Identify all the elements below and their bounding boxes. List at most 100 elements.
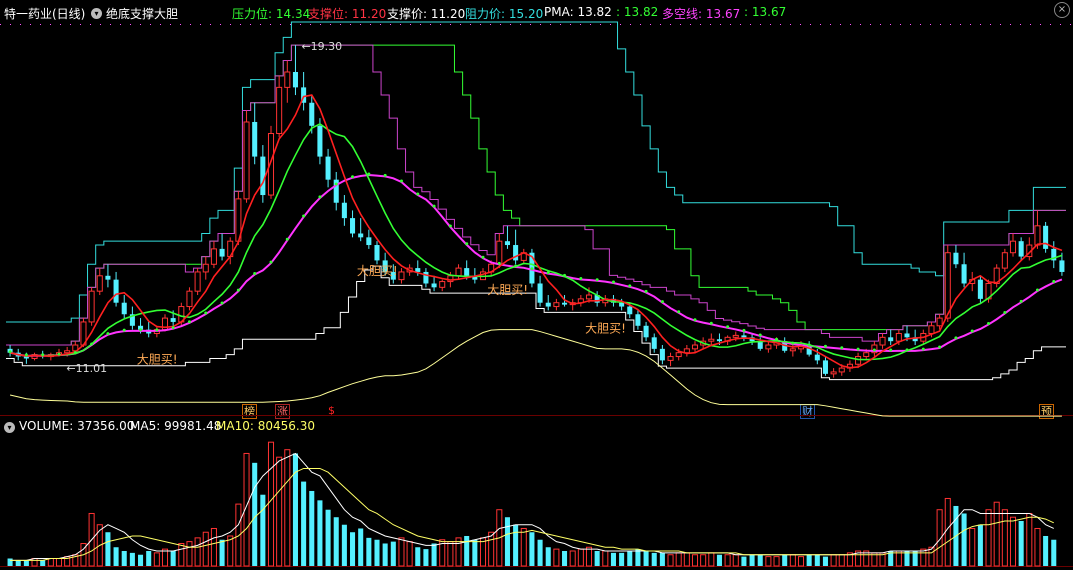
volume-bar-down — [301, 481, 307, 566]
candle-down — [504, 241, 510, 246]
ma-dot — [481, 255, 485, 259]
ma-dot — [954, 336, 958, 340]
candle-up — [667, 356, 674, 361]
candle-up — [789, 348, 796, 352]
volume-bar-down — [822, 556, 828, 566]
volume-bar-up — [1026, 512, 1033, 567]
candle-up — [243, 121, 250, 200]
volume-bar-up — [602, 550, 609, 567]
candle-down — [822, 360, 828, 374]
buy-signal-label: 大胆买! — [487, 283, 528, 297]
candle-down — [292, 71, 298, 88]
candle-up — [732, 334, 739, 338]
candle-up — [202, 263, 209, 273]
volume-bar-down — [358, 528, 364, 566]
ma-dot — [726, 325, 730, 329]
volume-bar-down — [366, 537, 372, 566]
volume-bar-up — [276, 456, 283, 567]
volume-bar-up — [569, 550, 576, 567]
candle-up — [64, 350, 71, 354]
candle-down — [635, 314, 641, 326]
ma-dot — [742, 328, 746, 332]
volume-bar-down — [504, 517, 510, 566]
volume-bar-down — [619, 552, 625, 566]
volume-bar-up — [553, 548, 560, 567]
volume-bar-up — [928, 546, 935, 567]
ma-dot — [204, 311, 208, 315]
ma-dot — [1019, 299, 1023, 303]
ma-dot — [856, 347, 860, 351]
ma-dot — [351, 175, 355, 179]
candle-up — [928, 325, 935, 334]
volume-bar-down — [146, 550, 152, 566]
ma-dot — [122, 328, 126, 332]
ma-dot — [334, 182, 338, 186]
ma-dot — [775, 337, 779, 341]
candle-down — [977, 279, 983, 299]
volume-bar-up — [520, 527, 527, 567]
ma-dot — [840, 346, 844, 350]
ma-dot — [905, 348, 909, 352]
ma-dot — [628, 284, 632, 288]
candle-down — [643, 325, 649, 338]
volume-bar-down — [562, 550, 568, 566]
volume-bar-down — [105, 532, 111, 566]
ma-dot — [807, 343, 811, 347]
volume-bar-up — [700, 554, 707, 567]
candle-down — [651, 337, 657, 349]
candle-up — [276, 86, 283, 135]
ma-dot — [595, 278, 599, 282]
candle-up — [439, 281, 446, 288]
volume-bar-up — [1009, 516, 1017, 567]
buy-signal-label: 大胆买! — [357, 264, 398, 278]
candle-up — [830, 371, 837, 375]
candle-down — [659, 348, 665, 361]
candle-up — [398, 271, 405, 281]
volume-bar-up — [667, 554, 674, 567]
volume-bar-up — [797, 556, 805, 567]
volume-bar-down — [545, 547, 551, 566]
ma-dot — [709, 321, 713, 325]
candle-up — [691, 344, 699, 350]
candle-up — [675, 352, 682, 358]
candle-up — [838, 367, 845, 373]
volume-bar-down — [1018, 520, 1024, 566]
volume-bar-down — [325, 509, 331, 566]
ma-dot — [448, 224, 452, 228]
candle-down — [961, 264, 967, 284]
ma-dot — [823, 344, 827, 348]
candle-up — [863, 352, 870, 358]
volume-bar-up — [194, 537, 201, 567]
candle-down — [170, 318, 176, 322]
volume-bar-down — [741, 556, 747, 566]
ma-dot — [90, 342, 94, 346]
ma-fast-line — [9, 94, 1063, 369]
ma-dot — [660, 300, 664, 304]
candle-down — [1018, 241, 1024, 257]
price-volume-chart[interactable]: ←19.30 ←11.01 大胆买! 大胆买! 大胆买! 大胆买! — [0, 0, 1073, 570]
ma-dot — [611, 280, 615, 284]
volume-bar-up — [765, 556, 772, 567]
candle-up — [284, 71, 291, 88]
volume-bar-up — [55, 557, 63, 567]
volume-bar-up — [1001, 509, 1008, 567]
high-price-label: ←19.30 — [301, 40, 342, 53]
volume-bar-up — [406, 541, 413, 567]
candle-down — [562, 302, 568, 305]
volume-bar-down — [350, 532, 356, 566]
ma-dot — [41, 353, 45, 357]
ma-dot — [1035, 288, 1039, 292]
candle-up — [455, 267, 462, 277]
volume-bar-down — [129, 552, 135, 566]
candle-up — [585, 294, 593, 300]
ma-dot — [644, 289, 648, 293]
candle-down — [716, 339, 722, 342]
candle-down — [317, 125, 323, 157]
ma-dot — [921, 347, 925, 351]
candle-down — [1043, 225, 1049, 249]
volume-bar-down — [716, 554, 722, 566]
candle-up — [683, 348, 690, 354]
volume-bar-up — [31, 557, 38, 567]
ma-dot — [514, 264, 518, 268]
ma-dot — [139, 328, 143, 332]
